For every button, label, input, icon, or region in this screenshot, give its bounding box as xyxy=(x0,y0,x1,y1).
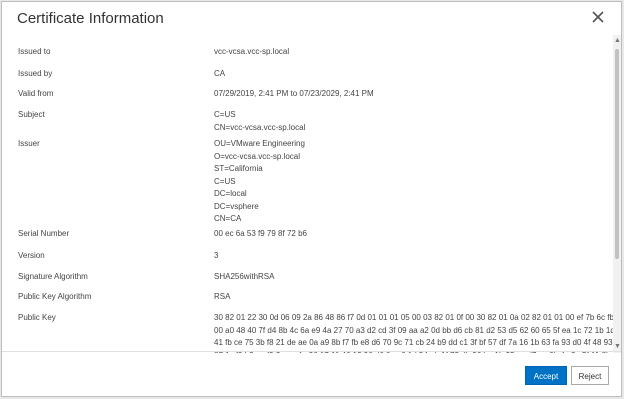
field-label: Signature Algorithm xyxy=(18,272,88,281)
reject-button[interactable]: Reject xyxy=(571,366,609,385)
certificate-details[interactable]: Issued to vcc-vcsa.vcc-sp.local Issued b… xyxy=(2,35,613,353)
field-label: Issued by xyxy=(18,69,53,78)
dialog-title: Certificate Information xyxy=(17,10,164,27)
accept-button[interactable]: Accept xyxy=(525,366,567,385)
field-value: SHA256withRSA xyxy=(214,272,275,281)
certificate-dialog: Certificate Information Issued to vcc-vc… xyxy=(1,1,622,397)
field-label: Serial Number xyxy=(18,229,70,238)
field-value: CA xyxy=(214,69,226,78)
scroll-up-icon[interactable]: ▲ xyxy=(614,36,621,46)
dialog-footer: Accept Reject xyxy=(2,351,621,396)
field-value: RSA xyxy=(214,292,231,301)
vertical-scrollbar[interactable]: ▲ ▼ xyxy=(613,35,621,353)
field-value: 00 ec 6a 53 f9 79 8f 72 b6 xyxy=(214,229,307,238)
field-label: Issued to xyxy=(18,47,51,56)
field-label: Version xyxy=(18,251,45,260)
field-value: vcc-vcsa.vcc-sp.local xyxy=(214,47,290,56)
field-value: 30 82 01 22 30 0d 06 09 2a 86 48 86 f7 0… xyxy=(214,313,613,353)
field-label: Public Key xyxy=(18,313,56,322)
field-label: Valid from xyxy=(18,89,54,98)
field-value: 3 xyxy=(214,251,219,260)
field-value: OU=VMware Engineering O=vcc-vcsa.vcc-sp.… xyxy=(214,139,305,223)
field-label: Subject xyxy=(18,110,45,119)
close-icon[interactable] xyxy=(589,8,607,26)
field-value: 07/29/2019, 2:41 PM to 07/23/2029, 2:41 … xyxy=(214,89,374,98)
dialog-header: Certificate Information xyxy=(2,2,621,34)
field-value: C=US CN=vcc-vcsa.vcc-sp.local xyxy=(214,110,306,132)
field-label: Public Key Algorithm xyxy=(18,292,92,301)
field-label: Issuer xyxy=(18,139,40,148)
scrollbar-thumb[interactable] xyxy=(615,49,619,259)
